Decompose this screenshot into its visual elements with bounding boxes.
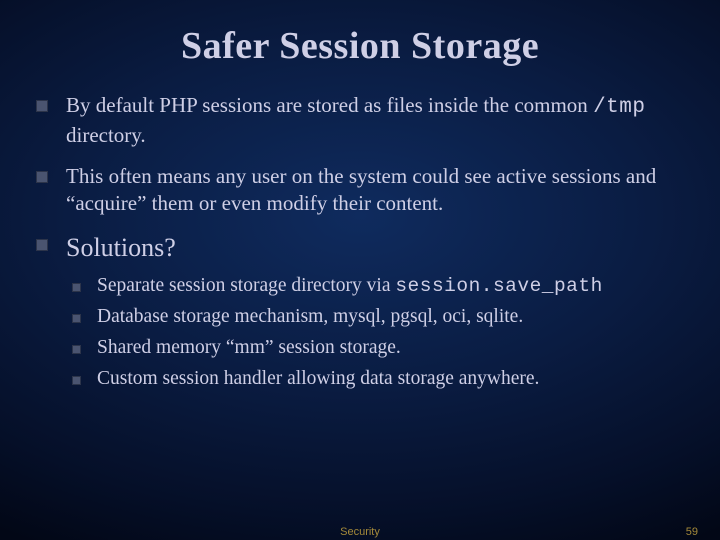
square-bullet-icon	[36, 171, 48, 183]
solutions-label: Solutions?	[66, 233, 176, 262]
sub-bullet-text: Custom session handler allowing data sto…	[97, 367, 688, 392]
bullet-item: This often means any user on the system …	[36, 163, 688, 217]
bullet-item-solutions: Solutions? Separate session storage dire…	[36, 231, 688, 399]
slide-title: Safer Session Storage	[32, 24, 688, 68]
square-bullet-icon	[72, 376, 81, 385]
bullet-text: By default PHP sessions are stored as fi…	[66, 92, 688, 149]
bullet-content: Solutions? Separate session storage dire…	[66, 231, 688, 399]
page-number: 59	[686, 526, 698, 538]
sub-bullet-text: Separate session storage directory via s…	[97, 274, 688, 299]
sub-bullet-list: Separate session storage directory via s…	[66, 274, 688, 392]
square-bullet-icon	[72, 345, 81, 354]
square-bullet-icon	[36, 100, 48, 112]
square-bullet-icon	[72, 314, 81, 323]
slide: Safer Session Storage By default PHP ses…	[0, 0, 720, 540]
bullet-item: By default PHP sessions are stored as fi…	[36, 92, 688, 149]
bullet-text: This often means any user on the system …	[66, 163, 688, 217]
sub-bullet-item: Separate session storage directory via s…	[72, 274, 688, 299]
sub-bullet-item: Custom session handler allowing data sto…	[72, 367, 688, 392]
sub-bullet-item: Shared memory “mm” session storage.	[72, 336, 688, 361]
sub-bullet-text: Shared memory “mm” session storage.	[97, 336, 688, 361]
square-bullet-icon	[36, 239, 48, 251]
bullet-list: By default PHP sessions are stored as fi…	[32, 92, 688, 398]
sub-bullet-text: Database storage mechanism, mysql, pgsql…	[97, 305, 688, 330]
footer-center: Security	[0, 526, 720, 538]
sub-bullet-item: Database storage mechanism, mysql, pgsql…	[72, 305, 688, 330]
square-bullet-icon	[72, 283, 81, 292]
